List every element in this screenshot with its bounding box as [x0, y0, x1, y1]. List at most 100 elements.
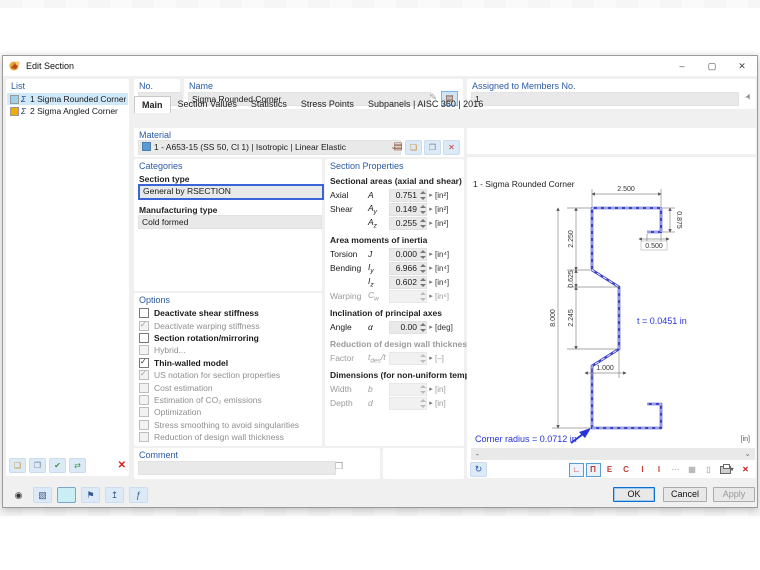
corner-section-icon[interactable]: ∟: [569, 463, 584, 477]
option-thin-walled-model[interactable]: Thin-walled model: [138, 357, 320, 369]
copy-material-icon[interactable]: ❐: [424, 140, 441, 155]
pick-members-icon[interactable]: ➤: [743, 92, 754, 102]
maximize-button[interactable]: ▢: [697, 56, 727, 76]
property-value-field[interactable]: 0.000: [389, 248, 427, 261]
list-item-sigma-rounded-corner[interactable]: Σ1 Sigma Rounded Corner: [7, 93, 128, 105]
property-value-field[interactable]: 0.255: [389, 217, 427, 230]
list-label: List: [11, 81, 25, 91]
tab-section-values[interactable]: Section Values: [171, 96, 244, 112]
check-sections-icon[interactable]: ✔: [49, 458, 66, 473]
spinner-icon[interactable]: [419, 250, 425, 259]
material-select[interactable]: 1 - A653-15 (SS 50, Cl 1) | Isotropic | …: [138, 140, 401, 155]
material-library-icon[interactable]: ▤: [394, 140, 403, 155]
property-value-field[interactable]: 0.602: [389, 276, 427, 289]
list-item-sigma-angled-corner[interactable]: Σ2 Sigma Angled Corner: [7, 105, 128, 117]
property-row-sheary: ShearAy0.149▸[in²]: [330, 202, 462, 216]
categories-panel: Categories Section type General by RSECT…: [134, 159, 322, 291]
share-icon[interactable]: ↥: [105, 487, 124, 503]
bar-icon[interactable]: ▯: [701, 463, 716, 477]
cancel-button[interactable]: Cancel: [663, 487, 707, 502]
option-label: Deactivate warping stiffness: [154, 321, 260, 331]
option-deactivate-shear-stiffness[interactable]: Deactivate shear stiffness: [138, 307, 320, 319]
property-value-field[interactable]: 0.149: [389, 203, 427, 216]
spinner-icon[interactable]: [419, 219, 425, 228]
spinner-icon[interactable]: [419, 323, 425, 332]
dashes-icon[interactable]: ⋯: [668, 463, 683, 477]
assigned-members-field[interactable]: 1: [471, 92, 739, 106]
detail-arrow-icon[interactable]: ▸: [427, 250, 435, 258]
color-swatch-icon[interactable]: [57, 487, 76, 503]
detail-arrow-icon[interactable]: ▸: [427, 219, 435, 227]
hat-section-icon[interactable]: Π: [586, 463, 601, 477]
dialog-titlebar[interactable]: Edit Section – ▢ ✕: [3, 56, 757, 76]
prop-group-heading: Inclination of principal axes: [330, 308, 462, 318]
spinner-icon[interactable]: [419, 264, 425, 273]
comment-field[interactable]: [138, 461, 336, 475]
minimize-button[interactable]: –: [667, 56, 697, 76]
i-section-icon[interactable]: I: [635, 463, 650, 477]
detail-arrow-icon[interactable]: ▸: [427, 191, 435, 199]
options-list: Deactivate shear stiffness Deactivate war…: [138, 307, 320, 443]
formula-icon[interactable]: ƒ: [129, 487, 148, 503]
detail-arrow-icon[interactable]: ▸: [427, 278, 435, 286]
delete-section-icon[interactable]: ✕: [118, 460, 126, 471]
property-label: Depth: [330, 398, 368, 408]
section-type-field[interactable]: General by RSECTION: [138, 184, 324, 200]
spinner-icon: [419, 385, 425, 394]
spinner-icon[interactable]: [419, 278, 425, 287]
property-value-field[interactable]: 0.00: [389, 321, 427, 334]
detail-arrow-icon[interactable]: ▸: [427, 385, 435, 393]
detail-arrow-icon[interactable]: ▸: [427, 264, 435, 272]
close-button[interactable]: ✕: [727, 56, 757, 76]
option-stress-smoothing-to-avoid-singularities[interactable]: Stress smoothing to avoid singularities: [138, 419, 320, 431]
tab-subpanels-aisc-360-2016[interactable]: Subpanels | AISC 360 | 2016: [361, 96, 490, 112]
graphic-overlay-select[interactable]: -⌄: [471, 448, 755, 460]
unit-label: [in⁴]: [435, 250, 459, 259]
layers-icon[interactable]: ⚑: [81, 487, 100, 503]
i-beam-section-icon[interactable]: I: [652, 463, 667, 477]
prop-group-heading: Area moments of inertia: [330, 235, 462, 245]
checkbox-icon: [139, 432, 149, 442]
detail-arrow-icon[interactable]: ▸: [427, 323, 435, 331]
option-optimization[interactable]: Optimization: [138, 406, 320, 418]
property-value-field: [389, 383, 427, 396]
grid-icon[interactable]: ▦: [685, 463, 700, 477]
apply-button[interactable]: Apply: [713, 487, 755, 502]
picture-icon[interactable]: ▧: [33, 487, 52, 503]
option-section-rotation-mirroring[interactable]: Section rotation/mirroring: [138, 332, 320, 344]
option-estimation-of-co-emissions[interactable]: Estimation of CO₂ emissions: [138, 394, 320, 406]
detail-arrow-icon[interactable]: ▸: [427, 292, 435, 300]
option-hybrid[interactable]: Hybrid...: [138, 344, 320, 356]
spinner-icon: [419, 354, 425, 363]
magnifier-icon[interactable]: ◉: [9, 487, 28, 503]
copy-section-icon[interactable]: ❐: [29, 458, 46, 473]
option-reduction-of-design-wall-thickness[interactable]: Reduction of design wall thickness: [138, 431, 320, 443]
e-section-icon[interactable]: E: [602, 463, 617, 477]
option-deactivate-warping-stiffness[interactable]: Deactivate warping stiffness: [138, 319, 320, 331]
spinner-icon[interactable]: [419, 191, 425, 200]
tab-statistics[interactable]: Statistics: [244, 96, 294, 112]
detail-arrow-icon[interactable]: ▸: [427, 354, 435, 362]
zoom-reset-icon[interactable]: ✕: [738, 463, 753, 477]
c-section-icon[interactable]: C: [619, 463, 634, 477]
refresh-view-icon[interactable]: ↻: [470, 462, 487, 477]
option-cost-estimation[interactable]: Cost estimation: [138, 381, 320, 393]
detail-arrow-icon[interactable]: ▸: [427, 399, 435, 407]
property-value-field[interactable]: 6.966: [389, 262, 427, 275]
delete-material-icon[interactable]: ✕: [443, 140, 460, 155]
property-value-field[interactable]: 0.751: [389, 189, 427, 202]
manufacturing-type-field[interactable]: Cold formed: [138, 215, 322, 229]
renumber-sections-icon[interactable]: ⇄: [69, 458, 86, 473]
option-us-notation-for-section-properties[interactable]: US notation for section properties: [138, 369, 320, 381]
spinner-icon[interactable]: [419, 205, 425, 214]
ok-button[interactable]: OK: [613, 487, 655, 502]
unit-label: [deg]: [435, 323, 459, 332]
tab-stress-points[interactable]: Stress Points: [294, 96, 361, 112]
printer-icon[interactable]: ▾: [718, 463, 737, 477]
detail-arrow-icon[interactable]: ▸: [427, 205, 435, 213]
tab-main[interactable]: Main: [134, 96, 171, 113]
copy-comment-icon[interactable]: ❐: [335, 461, 343, 472]
new-section-icon[interactable]: ❏: [9, 458, 26, 473]
new-material-icon[interactable]: ❏: [405, 140, 422, 155]
property-symbol: d: [368, 398, 389, 408]
